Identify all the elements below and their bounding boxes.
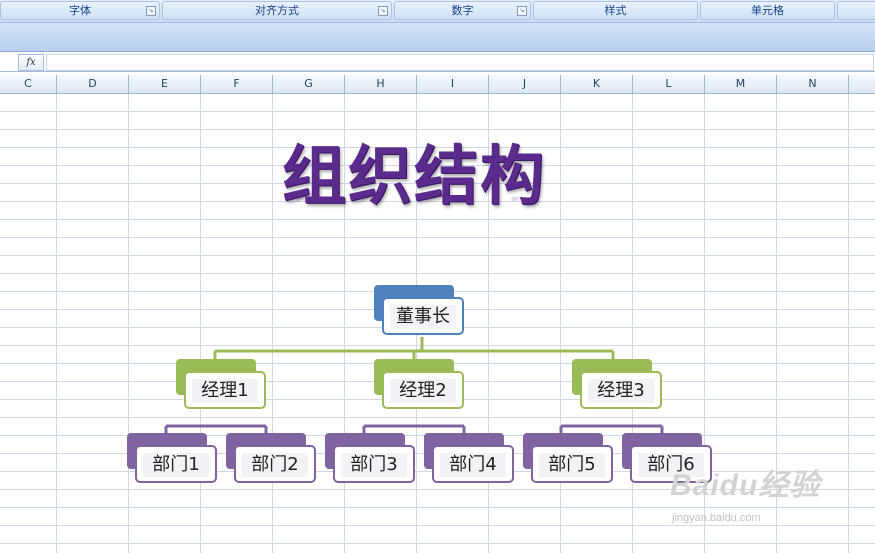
node-label-manager-1: 经理1 xyxy=(192,379,258,403)
watermark-logo: Baidu经验 xyxy=(670,469,821,502)
node-label-manager-3: 经理3 xyxy=(588,379,654,403)
node-label-dept-2: 部门2 xyxy=(242,453,308,477)
baidu-watermark: Baidu经验 jingyan.baidu.com xyxy=(670,458,870,538)
node-label-dept-1: 部门1 xyxy=(143,453,209,477)
node-label-dept-3: 部门3 xyxy=(341,453,407,477)
node-label-dept-5: 部门5 xyxy=(539,453,605,477)
node-label-manager-2: 经理2 xyxy=(390,379,456,403)
node-label-root: 董事长 xyxy=(390,305,456,329)
watermark-url: jingyan.baidu.com xyxy=(672,512,761,524)
node-label-dept-4: 部门4 xyxy=(440,453,506,477)
